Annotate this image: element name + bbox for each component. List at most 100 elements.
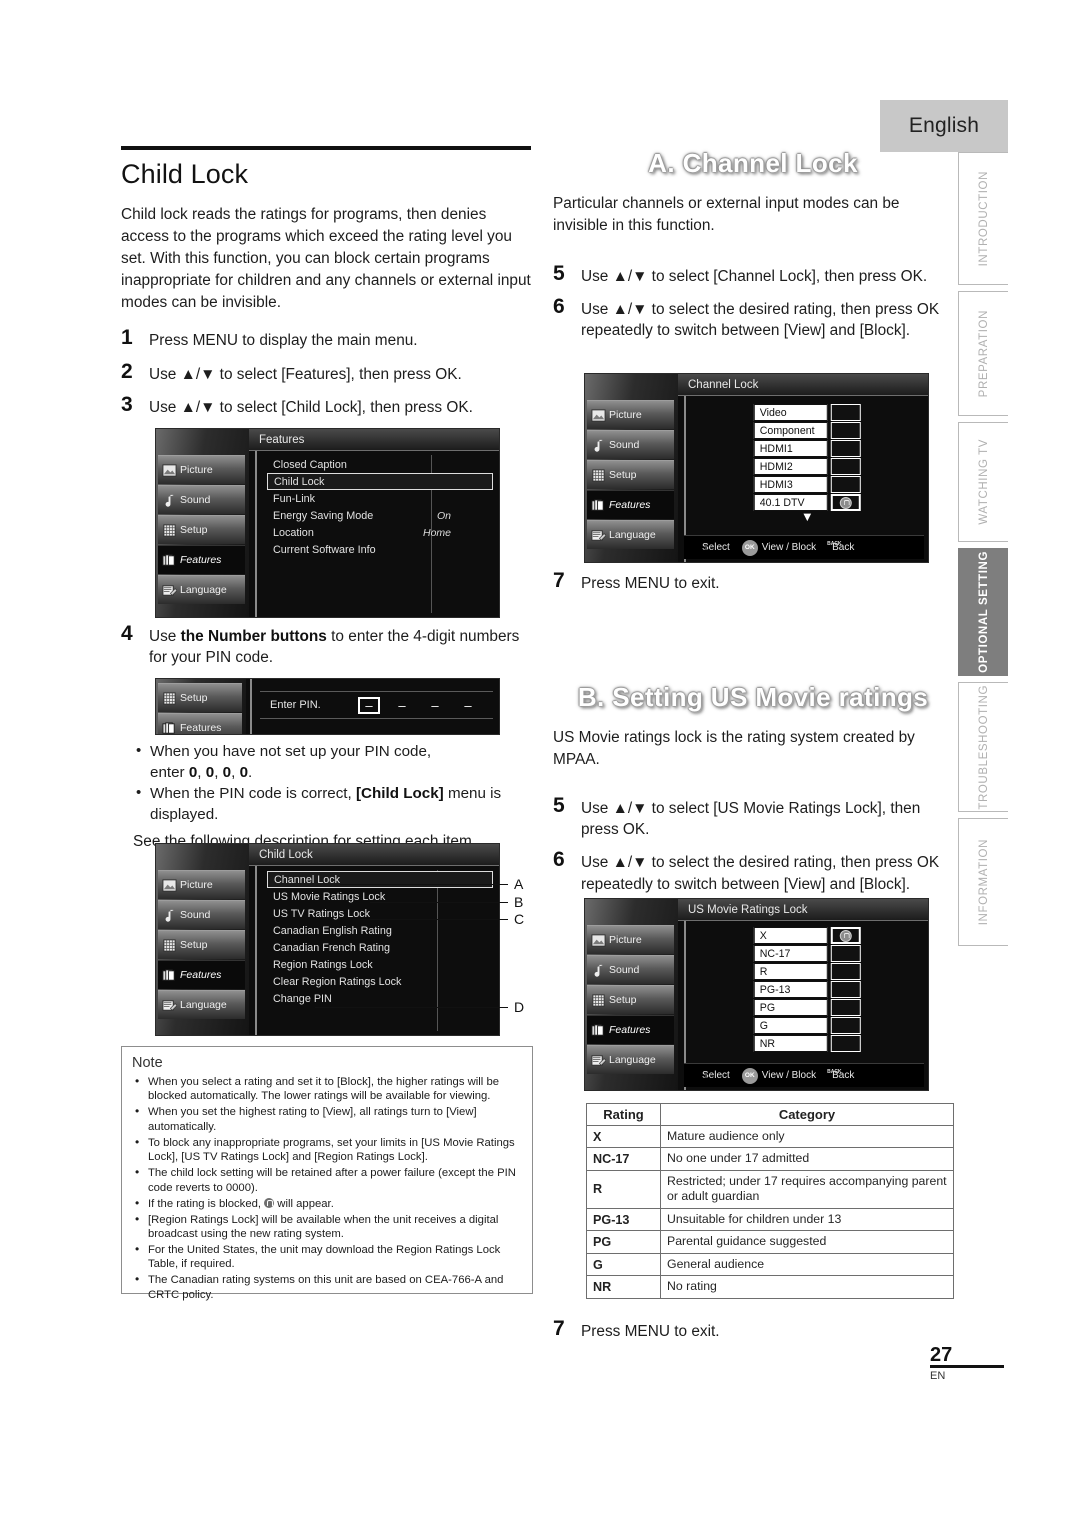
osd-sidebar-item-features[interactable]: Features <box>587 1015 674 1044</box>
pin-digit[interactable]: – <box>358 696 380 714</box>
osd-sidebar-item-label: Sound <box>609 964 640 976</box>
section-tab-label: OPTIONAL SETTING <box>977 551 990 673</box>
rating-toggle-state[interactable] <box>830 963 861 980</box>
osd-menu-row[interactable]: Canadian French Rating <box>267 939 493 956</box>
osd-sidebar-item-language[interactable]: Language <box>158 575 245 604</box>
osd-sidebar-item-setup[interactable]: Setup <box>158 683 242 712</box>
features-icon <box>162 968 177 983</box>
osd-menu-row[interactable]: Channel Lock <box>267 871 493 888</box>
osd-menu-row-value: On <box>436 509 451 522</box>
rating-toggle-row[interactable]: R <box>753 963 861 980</box>
pin-digit[interactable]: – <box>424 697 446 714</box>
rating-toggle-state[interactable] <box>830 440 861 457</box>
rating-toggle-row[interactable]: HDMI3 <box>753 476 861 493</box>
rating-toggle-state[interactable] <box>830 945 861 962</box>
osd-sidebar-item-picture[interactable]: Picture <box>587 400 674 429</box>
section-tab-label: WATCHING TV <box>977 439 990 525</box>
osd-menu-row[interactable]: Canadian English Rating <box>267 922 493 939</box>
rating-toggle-row[interactable]: G <box>753 1017 861 1034</box>
osd-menu-row-label: Fun-Link <box>273 492 316 505</box>
osd-sidebar-item-sound[interactable]: Sound <box>158 900 245 929</box>
rating-toggle-state[interactable] <box>830 404 861 421</box>
osd-sidebar-item-picture[interactable]: Picture <box>158 455 245 484</box>
osd-sidebar-item-label: Setup <box>609 469 637 481</box>
ok-button-icon: OK <box>741 1067 758 1084</box>
locale-code: EN <box>930 1370 946 1382</box>
table-cell-rating: NR <box>586 1275 661 1299</box>
section-tab-troubleshooting[interactable]: TROUBLESHOOTING <box>958 682 1008 812</box>
osd-title: Channel Lock <box>678 374 928 396</box>
section-tab-optional-setting[interactable]: OPTIONAL SETTING <box>958 548 1008 676</box>
rating-toggle-state[interactable] <box>830 999 861 1016</box>
osd-menu-row[interactable]: Location Home <box>267 524 493 541</box>
section-tab-label: INTRODUCTION <box>977 170 990 267</box>
rating-toggle-row[interactable]: PG-13 <box>753 981 861 998</box>
osd-menu-row[interactable]: Child Lock <box>267 473 493 490</box>
rating-toggle-row[interactable]: X <box>753 927 861 944</box>
osd-sidebar-item-features[interactable]: Features <box>158 960 245 989</box>
osd-sidebar-item-language[interactable]: Language <box>587 520 674 549</box>
pin-prompt-label: Enter PIN. <box>270 699 321 711</box>
osd-sidebar-item-language[interactable]: Language <box>587 1045 674 1074</box>
rating-toggle-state[interactable] <box>830 981 861 998</box>
osd-sidebar-item-sound[interactable]: Sound <box>587 955 674 984</box>
osd-sidebar-item-setup[interactable]: Setup <box>587 460 674 489</box>
osd-sidebar-item-picture[interactable]: Picture <box>587 925 674 954</box>
section-a-intro: Particular channels or external input mo… <box>553 195 900 234</box>
rating-toggle-row[interactable]: NR <box>753 1035 861 1052</box>
osd-menu-row[interactable]: Clear Region Ratings Lock <box>267 973 493 990</box>
step-item: 7 Press MENU to exit. <box>553 1317 953 1342</box>
rating-toggle-state[interactable] <box>830 476 861 493</box>
osd-sidebar-item-sound[interactable]: Sound <box>158 485 245 514</box>
section-tab-introduction[interactable]: INTRODUCTION <box>958 152 1008 285</box>
osd-menu-row[interactable]: Change PIN <box>267 990 493 1007</box>
pin-digit[interactable]: – <box>457 697 479 714</box>
rating-toggle-label: PG <box>753 999 828 1016</box>
rating-toggle-state[interactable] <box>830 458 861 475</box>
step-text: Press MENU to display the main menu. <box>149 332 418 350</box>
rating-toggle-label: HDMI3 <box>753 476 828 493</box>
osd-sidebar-item-features[interactable]: Features <box>158 713 242 734</box>
section-tab-watching-tv[interactable]: WATCHING TV <box>958 422 1008 542</box>
rating-toggle-row[interactable]: NC-17 <box>753 945 861 962</box>
osd-menu-row[interactable]: Closed Caption <box>267 456 493 473</box>
osd-menu-row[interactable]: Region Ratings Lock <box>267 956 493 973</box>
section-b-step-7: 7 Press MENU to exit. <box>553 1317 953 1351</box>
callout-letter-d: D <box>514 999 525 1015</box>
rating-toggle-row[interactable]: Component <box>753 422 861 439</box>
rating-toggle-state[interactable] <box>830 1017 861 1034</box>
osd-sidebar-item-setup[interactable]: Setup <box>158 930 245 959</box>
osd-sidebar-item-picture[interactable]: Picture <box>158 870 245 899</box>
osd-footer-item: BACK Back <box>827 540 855 554</box>
osd-sidebar-item-setup[interactable]: Setup <box>158 515 245 544</box>
rating-toggle-state[interactable] <box>830 927 861 944</box>
left-column: Child Lock Child lock reads the ratings … <box>121 146 533 427</box>
osd-sidebar: Picture Sound Setup Features Language <box>156 844 249 1035</box>
osd-menu-row-label: Location <box>273 526 314 539</box>
step-number: 2 <box>121 359 133 383</box>
step-number: 7 <box>553 1317 565 1340</box>
osd-sidebar-item-label: Picture <box>180 879 213 891</box>
rating-toggle-row[interactable]: HDMI1 <box>753 440 861 457</box>
osd-sidebar-item-features[interactable]: Features <box>587 490 674 519</box>
pin-bullet: When you have not set up your PIN code,e… <box>133 741 533 783</box>
osd-sidebar-item-setup[interactable]: Setup <box>587 985 674 1014</box>
osd-menu-row[interactable]: Current Software Info <box>267 541 493 558</box>
rating-toggle-state[interactable] <box>830 422 861 439</box>
section-a-banner: A. Channel Lock <box>648 148 858 178</box>
scroll-down-arrow-icon[interactable]: ▼ <box>754 510 861 523</box>
osd-menu-row[interactable]: Fun-Link <box>267 490 493 507</box>
rating-toggle-state[interactable] <box>830 494 861 511</box>
rating-toggle-row[interactable]: PG <box>753 999 861 1016</box>
rating-toggle-row[interactable]: Video <box>753 404 861 421</box>
rating-toggle-state[interactable] <box>830 1035 861 1052</box>
osd-menu-row[interactable]: Energy Saving Mode On <box>267 507 493 524</box>
osd-sidebar-item-language[interactable]: Language <box>158 990 245 1019</box>
osd-sidebar-item-features[interactable]: Features <box>158 545 245 574</box>
step-item: 1 Press MENU to display the main menu. <box>121 326 533 351</box>
section-tab-information[interactable]: INFORMATION <box>958 818 1008 946</box>
osd-sidebar-item-sound[interactable]: Sound <box>587 430 674 459</box>
pin-digit[interactable]: – <box>391 697 413 714</box>
rating-toggle-row[interactable]: HDMI2 <box>753 458 861 475</box>
section-tab-preparation[interactable]: PREPARATION <box>958 291 1008 416</box>
